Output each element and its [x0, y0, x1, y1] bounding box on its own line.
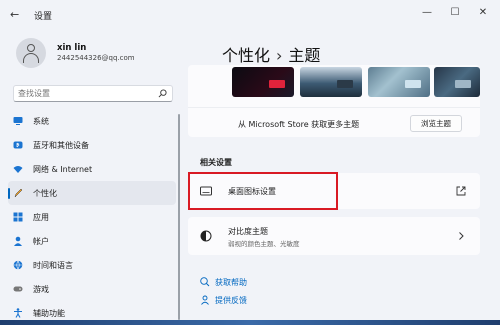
- globe-icon: [13, 260, 23, 270]
- breadcrumb-current: 主题: [288, 46, 321, 65]
- desktop-icon-settings-row[interactable]: 桌面图标设置: [188, 173, 480, 209]
- theme-thumbnail[interactable]: [232, 67, 294, 97]
- sidebar-item-label: 蓝牙和其他设备: [33, 141, 89, 150]
- theme-accent-swatch: [337, 80, 353, 88]
- sidebar-item-label: 个性化: [33, 189, 57, 198]
- sidebar-item-label: 网络 & Internet: [33, 165, 93, 174]
- sidebar-item-label: 帐户: [33, 237, 49, 246]
- breadcrumb-parent[interactable]: 个性化: [222, 46, 270, 65]
- store-text: 从 Microsoft Store 获取更多主题: [238, 120, 360, 129]
- sidebar: xin lin 2442544326@qq.com 系统 蓝牙和其他设备: [0, 30, 182, 325]
- store-row: 从 Microsoft Store 获取更多主题 浏览主题: [188, 107, 480, 137]
- gamepad-icon: [13, 286, 23, 292]
- desktop-icon: [200, 186, 212, 196]
- sidebar-item-bluetooth[interactable]: 蓝牙和其他设备: [8, 133, 176, 157]
- back-button[interactable]: ←: [10, 8, 19, 21]
- sidebar-item-time-language[interactable]: 时间和语言: [8, 253, 176, 277]
- monitor-icon: [13, 117, 23, 125]
- theme-accent-swatch: [455, 80, 471, 88]
- sidebar-item-network[interactable]: 网络 & Internet: [8, 157, 176, 181]
- sidebar-item-system[interactable]: 系统: [8, 109, 176, 133]
- maximize-button[interactable]: ☐: [448, 6, 462, 20]
- breadcrumb-separator: ›: [276, 46, 283, 65]
- search-icon[interactable]: [158, 89, 167, 98]
- contrast-themes-row[interactable]: 对比度主题 弱视的颜色主题、光敏度: [188, 217, 480, 255]
- app-title: 设置: [34, 12, 53, 22]
- theme-accent-swatch: [405, 80, 421, 88]
- title-bar: ← 设置 — ☐ ✕: [0, 0, 500, 30]
- give-feedback-label: 提供反馈: [215, 296, 247, 305]
- desktop-icon-settings-title: 桌面图标设置: [228, 187, 276, 196]
- theme-accent-swatch: [269, 80, 285, 88]
- accessibility-icon: [14, 308, 22, 318]
- search-box[interactable]: [13, 85, 173, 102]
- search-input[interactable]: [18, 86, 148, 101]
- theme-thumbnail[interactable]: [300, 67, 362, 97]
- main-content: 个性化 › 主题 从 Microsoft Store 获取更多主题 浏览主题 相关设…: [182, 30, 500, 325]
- related-settings-heading: 相关设置: [200, 158, 232, 167]
- get-help-label: 获取帮助: [215, 278, 247, 287]
- bluetooth-icon: [13, 141, 23, 149]
- user-name: xin lin: [57, 43, 87, 53]
- sidebar-item-apps[interactable]: 应用: [8, 205, 176, 229]
- pen-icon: [14, 188, 23, 198]
- chevron-right-icon: [459, 232, 464, 240]
- sidebar-item-label: 辅助功能: [33, 309, 65, 318]
- minimize-button[interactable]: —: [420, 6, 434, 20]
- sidebar-item-personalization[interactable]: 个性化: [8, 181, 176, 205]
- person-icon: [14, 236, 22, 246]
- theme-thumbnail[interactable]: [434, 67, 480, 97]
- close-button[interactable]: ✕: [476, 6, 490, 20]
- themes-card: 从 Microsoft Store 获取更多主题 浏览主题: [188, 65, 480, 137]
- sidebar-item-label: 时间和语言: [33, 261, 73, 270]
- page-title: 个性化 › 主题: [222, 42, 320, 66]
- sidebar-item-accounts[interactable]: 帐户: [8, 229, 176, 253]
- theme-thumbnail[interactable]: [368, 67, 430, 97]
- sidebar-item-label: 游戏: [33, 285, 49, 294]
- sidebar-scrollbar[interactable]: [178, 114, 180, 320]
- contrast-icon: [200, 230, 212, 242]
- apps-icon: [13, 212, 23, 222]
- contrast-themes-subtitle: 弱视的颜色主题、光敏度: [228, 240, 300, 248]
- sidebar-nav: 系统 蓝牙和其他设备 网络 & Internet 个性化 应用 帐户 时间和语言…: [8, 109, 176, 325]
- browse-themes-button[interactable]: 浏览主题: [410, 115, 462, 132]
- avatar-body-icon: [23, 53, 39, 63]
- sidebar-item-label: 应用: [33, 213, 49, 222]
- contrast-themes-title: 对比度主题: [228, 227, 268, 236]
- active-indicator: [8, 188, 10, 199]
- wifi-icon: [13, 166, 23, 173]
- sidebar-item-label: 系统: [33, 117, 49, 126]
- sidebar-item-gaming[interactable]: 游戏: [8, 277, 176, 301]
- help-icon: [200, 277, 210, 287]
- avatar-head-icon: [27, 44, 35, 52]
- open-external-icon: [456, 186, 466, 196]
- user-email: 2442544326@qq.com: [57, 54, 135, 62]
- taskbar-edge: [0, 320, 500, 325]
- avatar[interactable]: [16, 38, 46, 68]
- feedback-icon: [201, 295, 209, 305]
- settings-window: ← 设置 — ☐ ✕ xin lin 2442544326@qq.com 系统: [0, 0, 500, 325]
